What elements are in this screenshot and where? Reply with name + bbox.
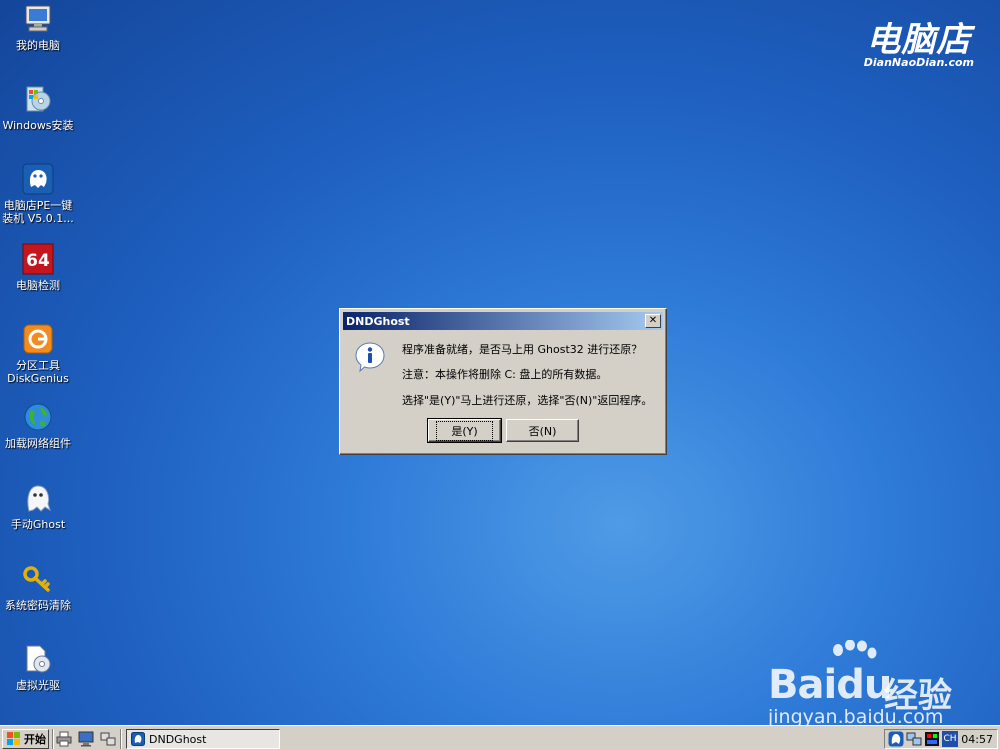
printer-icon[interactable]	[56, 731, 72, 747]
network-icon[interactable]	[100, 731, 116, 747]
desktop-icon-windows-install[interactable]: Windows安装	[0, 82, 76, 132]
desktop-icon-diskgenius[interactable]: 分区工具 DiskGenius	[0, 322, 76, 385]
yes-button[interactable]: 是(Y)	[427, 418, 502, 443]
baidu-watermark: Baidu 经验 jingyan.baidu.com	[766, 640, 996, 730]
diskgenius-icon	[21, 322, 55, 356]
windows-logo-icon	[7, 732, 20, 745]
close-button[interactable]: ✕	[645, 314, 661, 328]
my-computer-icon	[21, 2, 55, 36]
brand-logo: 电脑店 DianNaoDian.com	[864, 22, 974, 69]
yes-button-label: 是(Y)	[436, 420, 493, 441]
brand-logo-text: 电脑店	[866, 20, 972, 60]
taskbar: 开始 DNDGhost CH 04:57	[0, 725, 1000, 750]
key-icon	[21, 562, 55, 596]
icon-label: 电脑检测	[16, 279, 60, 292]
no-button[interactable]: 否(N)	[506, 419, 579, 442]
network-tray-icon[interactable]	[906, 731, 922, 747]
clock[interactable]: 04:57	[961, 733, 993, 746]
ime-indicator[interactable]: CH	[942, 731, 958, 747]
icon-label: 虚拟光驱	[16, 679, 60, 692]
icon-label: 我的电脑	[16, 39, 60, 52]
icon-label: Windows安装	[2, 119, 74, 132]
aida64-icon: 64	[21, 242, 55, 276]
taskbar-item-label: DNDGhost	[149, 732, 207, 746]
dialog-message-line3: 选择"是(Y)"马上进行还原，选择"否(N)"返回程序。	[402, 394, 653, 407]
icon-label: 加载网络组件	[5, 437, 71, 450]
start-button[interactable]: 开始	[2, 729, 49, 749]
icon-label: 电脑店PE一键 装机 V5.0.1...	[2, 199, 74, 225]
svg-text:64: 64	[26, 251, 50, 271]
desktop-icon-network[interactable]: 加载网络组件	[0, 400, 76, 450]
dialog-message-line2: 注意：本操作将删除 C: 盘上的所有数据。	[402, 368, 608, 381]
system-tray: CH 04:57	[884, 729, 998, 749]
icon-label: 系统密码清除	[5, 599, 71, 612]
dialog-message-line1: 程序准备就绪，是否马上用 Ghost32 进行还原？	[402, 343, 643, 356]
desktop-icon-ghost[interactable]: 手动Ghost	[0, 481, 76, 531]
desktop-icon-pe-installer[interactable]: 电脑店PE一键 装机 V5.0.1...	[0, 162, 76, 225]
taskbar-separator	[52, 729, 54, 749]
desktop-icon-virtual-drive[interactable]: 虚拟光驱	[0, 642, 76, 692]
windows-install-icon	[21, 82, 55, 116]
display-tray-icon[interactable]	[924, 731, 940, 747]
desktop-icon-my-computer[interactable]: 我的电脑	[0, 2, 76, 52]
monitor-icon[interactable]	[78, 731, 94, 747]
dialog-titlebar[interactable]: DNDGhost ✕	[343, 312, 663, 330]
no-button-label: 否(N)	[528, 424, 557, 438]
desktop-icon-aida64[interactable]: 64 电脑检测	[0, 242, 76, 292]
baidu-word: Baidu	[768, 662, 892, 708]
taskbar-item-dndghost[interactable]: DNDGhost	[126, 729, 280, 749]
network-globe-icon	[21, 400, 55, 434]
pe-tray-icon[interactable]	[888, 731, 904, 747]
brand-logo-url: DianNaoDian.com	[863, 56, 974, 69]
start-label: 开始	[24, 733, 46, 746]
icon-label: 手动Ghost	[10, 518, 66, 531]
icon-label: 分区工具 DiskGenius	[7, 359, 69, 385]
dndghost-dialog: DNDGhost ✕ 程序准备就绪，是否马上用 Ghost32 进行还原？ 注意…	[339, 308, 667, 455]
info-icon	[355, 342, 385, 373]
desktop-icon-password-clear[interactable]: 系统密码清除	[0, 562, 76, 612]
taskbar-separator	[120, 729, 122, 749]
ghost-icon	[21, 481, 55, 515]
pe-app-icon	[131, 732, 145, 746]
pe-installer-icon	[21, 162, 55, 196]
dialog-title: DNDGhost	[346, 314, 410, 328]
close-icon: ✕	[648, 315, 658, 326]
virtual-drive-icon	[21, 642, 55, 676]
